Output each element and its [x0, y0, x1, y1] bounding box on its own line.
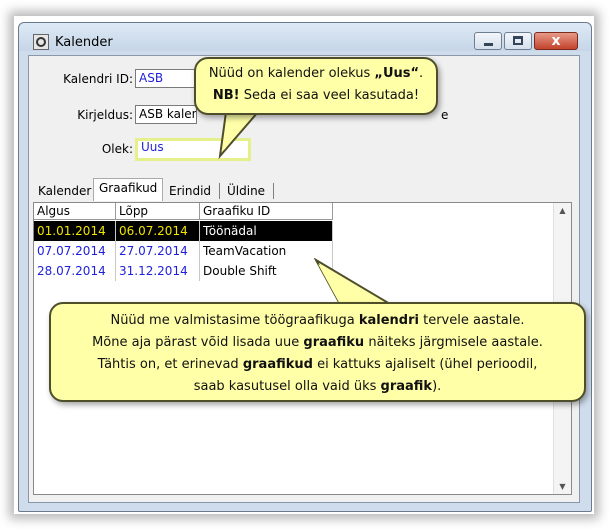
tab-uldine[interactable]: Üldine — [222, 182, 270, 200]
maximize-icon — [513, 36, 523, 45]
description-field[interactable]: ASB kalender 2014 — [135, 105, 197, 124]
callout-emphasis: NB! — [212, 88, 240, 103]
callout-text: Mõne aja pärast võid lisada uue — [92, 335, 304, 350]
callout-text: näiteks järgmisele aastale. — [364, 335, 543, 350]
description-trailing-text: e — [441, 108, 449, 122]
callout-emphasis: graafikud — [242, 357, 313, 372]
callout-tail — [313, 258, 394, 308]
calendar-id-label: Kalendri ID: — [63, 72, 133, 86]
window-title: Kalender — [55, 35, 113, 50]
row-start-date: 28.07.2014 — [34, 261, 116, 281]
row-start-date: 07.07.2014 — [34, 241, 116, 261]
callout-emphasis: „Uus“ — [374, 66, 420, 81]
row-schedule-id: Töönädal — [200, 221, 333, 241]
tab-kalender[interactable]: Kalender — [33, 182, 96, 200]
table-row[interactable]: 28.07.2014 31.12.2014 Double Shift — [34, 261, 344, 281]
column-header-lopp[interactable]: Lõpp — [116, 203, 200, 220]
callout-text: ei kattuks ajaliselt (ühel perioodil, — [312, 357, 538, 372]
callout-line: NB! Seda ei saa veel kasutada! — [196, 85, 436, 107]
calendar-app-icon — [33, 34, 49, 50]
row-end-date: 31.12.2014 — [116, 261, 200, 281]
column-header-graafiku-id[interactable]: Graafiku ID — [200, 203, 333, 220]
minimize-icon — [484, 43, 493, 46]
status-label: Olek: — [101, 142, 133, 156]
scroll-down-icon[interactable]: ▼ — [554, 482, 571, 491]
callout-text: Tähtis on, et erinevad — [97, 357, 243, 372]
close-button[interactable]: x — [534, 32, 578, 50]
row-end-date: 06.07.2014 — [116, 221, 200, 241]
description-label: Kirjeldus: — [77, 108, 133, 122]
callout-emphasis: graafik — [380, 379, 433, 394]
callout-text: . — [419, 66, 424, 81]
tab-erindid[interactable]: Erindid — [164, 182, 216, 200]
tab-graafikud[interactable]: Graafikud — [93, 178, 164, 201]
callout-line: saab kasutusel olla vaid üks graafik). — [51, 376, 584, 398]
callout-line: Tähtis on, et erinevad graafikud ei katt… — [51, 354, 584, 376]
tab-separator — [273, 183, 274, 199]
close-icon: x — [551, 33, 561, 49]
callout-emphasis: kalendri — [358, 313, 419, 328]
status-callout: Nüüd on kalender olekus „Uus“. NB! Seda … — [194, 57, 438, 115]
callout-emphasis: graafiku — [303, 335, 365, 350]
callout-text: tervele aastale. — [418, 313, 525, 328]
tab-separator — [219, 183, 220, 199]
callout-line: Nüüd me valmistasime töögraafikuga kalen… — [51, 310, 584, 332]
callout-line: Nüüd on kalender olekus „Uus“. — [196, 63, 436, 85]
callout-text: Nüüd me valmistasime töögraafikuga — [110, 313, 359, 328]
callout-tail — [218, 110, 261, 160]
row-start-date: 01.01.2014 — [34, 221, 116, 241]
minimize-button[interactable] — [474, 32, 502, 50]
callout-line: Mõne aja pärast võid lisada uue graafiku… — [51, 332, 584, 354]
callout-text: Seda ei saa veel kasutada! — [239, 88, 420, 103]
schedule-callout: Nüüd me valmistasime töögraafikuga kalen… — [49, 302, 586, 402]
table-row[interactable]: 01.01.2014 06.07.2014 Töönädal — [34, 221, 344, 241]
maximize-button[interactable] — [504, 32, 532, 50]
callout-text: ). — [432, 379, 442, 394]
title-bar[interactable]: Kalender x — [19, 23, 591, 51]
callout-text: Nüüd on kalender olekus — [208, 66, 375, 81]
column-header-algus[interactable]: Algus — [34, 203, 116, 220]
row-end-date: 27.07.2014 — [116, 241, 200, 261]
scroll-up-icon[interactable]: ▲ — [554, 206, 571, 215]
calendar-id-field[interactable]: ASB — [135, 69, 195, 88]
callout-text: saab kasutusel olla vaid üks — [193, 379, 381, 394]
table-row[interactable]: 07.07.2014 27.07.2014 TeamVacation — [34, 241, 344, 261]
